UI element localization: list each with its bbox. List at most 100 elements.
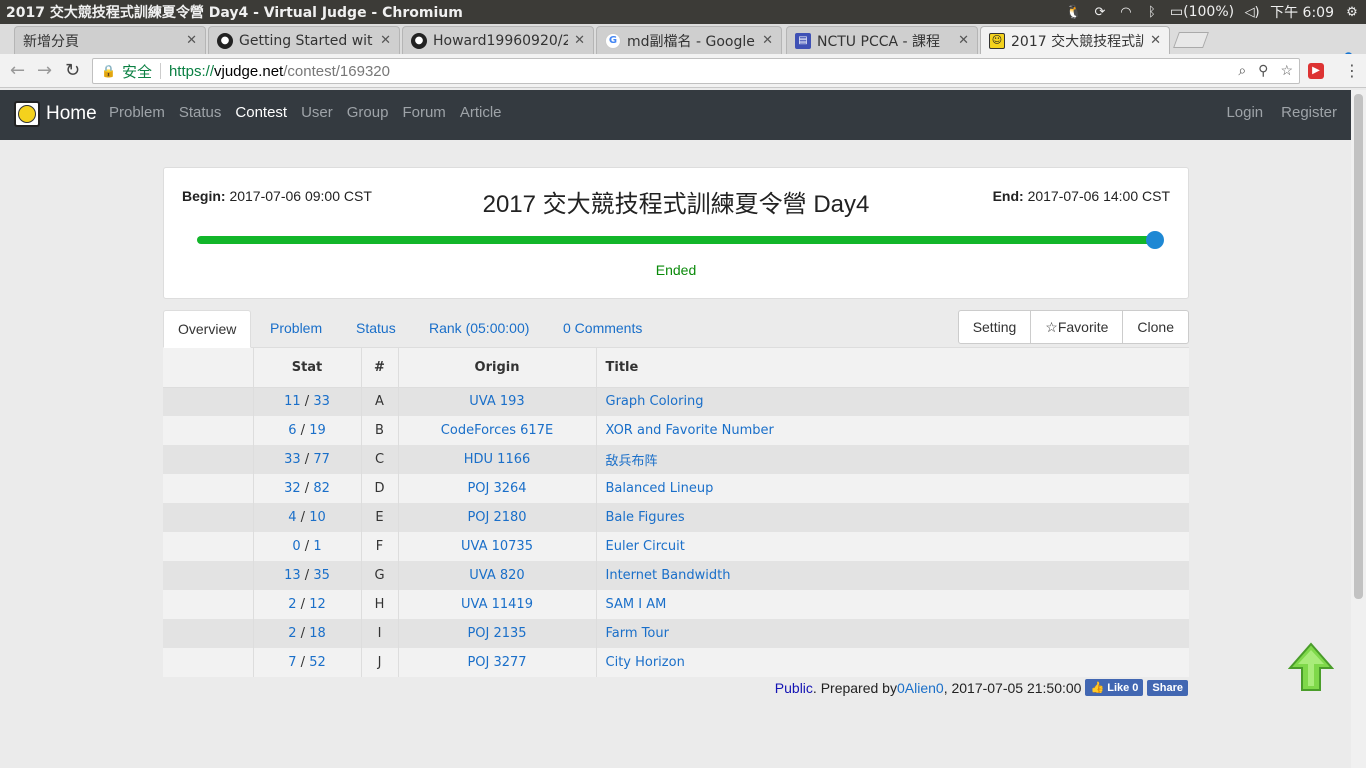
nav-problem[interactable]: Problem bbox=[109, 104, 165, 121]
tab-close-icon[interactable]: ✕ bbox=[958, 33, 969, 48]
battery-indicator[interactable]: ▭(100%) bbox=[1170, 4, 1234, 20]
tried-count[interactable]: 19 bbox=[309, 423, 326, 438]
tab-overview[interactable]: Overview bbox=[163, 310, 252, 348]
browser-tab-getting-started[interactable]: ● Getting Started wit ✕ bbox=[208, 26, 400, 54]
tried-count[interactable]: 10 bbox=[309, 510, 326, 525]
problem-title-link[interactable]: City Horizon bbox=[606, 655, 685, 670]
back-to-top-arrow-icon[interactable] bbox=[1288, 642, 1334, 694]
tab-comments[interactable]: 0 Comments bbox=[563, 310, 642, 348]
browser-tab-howard-repo[interactable]: ● Howard19960920/2 ✕ bbox=[402, 26, 594, 54]
tab-close-icon[interactable]: ✕ bbox=[1150, 33, 1161, 48]
browser-menu-icon[interactable]: ⋮ bbox=[1344, 61, 1360, 80]
address-bar[interactable]: 🔒 安全 https://vjudge.net/contest/169320 ⌕… bbox=[92, 58, 1300, 84]
tried-count[interactable]: 18 bbox=[309, 626, 326, 641]
tab-rank[interactable]: Rank (05:00:00) bbox=[429, 310, 529, 348]
problem-title-link[interactable]: Bale Figures bbox=[606, 510, 685, 525]
nav-status[interactable]: Status bbox=[179, 104, 222, 121]
volume-icon[interactable]: ◁) bbox=[1244, 5, 1260, 20]
tried-count[interactable]: 1 bbox=[313, 539, 321, 554]
bluetooth-icon[interactable]: ᛒ bbox=[1144, 5, 1160, 20]
clock[interactable]: 下午 6:09 bbox=[1270, 2, 1334, 22]
tab-status[interactable]: Status bbox=[356, 310, 396, 348]
origin-link[interactable]: POJ 2135 bbox=[467, 626, 526, 641]
penguin-icon[interactable]: 🐧 bbox=[1066, 5, 1082, 20]
tried-count[interactable]: 52 bbox=[309, 655, 326, 670]
tried-count[interactable]: 82 bbox=[313, 481, 330, 496]
solved-count[interactable]: 33 bbox=[284, 452, 301, 467]
contest-progress-bar[interactable] bbox=[197, 231, 1164, 249]
nav-group[interactable]: Group bbox=[347, 104, 389, 121]
solved-count[interactable]: 2 bbox=[288, 626, 296, 641]
lock-icon[interactable]: 🔒 bbox=[101, 64, 116, 78]
nav-contest[interactable]: Contest bbox=[235, 104, 287, 121]
tab-close-icon[interactable]: ✕ bbox=[762, 33, 773, 48]
page-scrollbar[interactable] bbox=[1351, 90, 1366, 768]
back-arrow-icon[interactable]: ← bbox=[10, 60, 25, 81]
problem-title-link[interactable]: Farm Tour bbox=[606, 626, 669, 641]
secure-label[interactable]: 安全 bbox=[122, 61, 152, 82]
nav-article[interactable]: Article bbox=[460, 104, 502, 121]
home-brand-link[interactable]: Home bbox=[14, 101, 97, 127]
problem-title-link[interactable]: Balanced Lineup bbox=[606, 481, 714, 496]
problem-title-link[interactable]: XOR and Favorite Number bbox=[606, 423, 774, 438]
clone-button[interactable]: Clone bbox=[1123, 311, 1188, 343]
origin-link[interactable]: UVA 10735 bbox=[461, 539, 533, 554]
browser-tab-google-search[interactable]: G md副檔名 - Google ✕ bbox=[596, 26, 782, 54]
problem-num: B bbox=[360, 416, 398, 445]
problem-title-link[interactable]: Graph Coloring bbox=[606, 394, 704, 409]
tried-count[interactable]: 35 bbox=[313, 568, 330, 583]
settings-gear-icon[interactable]: ⚙ bbox=[1344, 5, 1360, 20]
public-link[interactable]: Public bbox=[775, 680, 813, 696]
solved-count[interactable]: 4 bbox=[288, 510, 296, 525]
wifi-icon[interactable]: ◠ bbox=[1118, 5, 1134, 20]
author-link[interactable]: 0Alien0 bbox=[897, 680, 944, 696]
nav-forum[interactable]: Forum bbox=[402, 104, 445, 121]
origin-link[interactable]: POJ 3264 bbox=[467, 481, 526, 496]
facebook-share-button[interactable]: Share bbox=[1147, 679, 1188, 696]
progress-handle[interactable] bbox=[1146, 231, 1164, 249]
paint-brush-icon[interactable]: ⚲ bbox=[1258, 62, 1268, 79]
tab-close-icon[interactable]: ✕ bbox=[186, 33, 197, 48]
sync-icon[interactable]: ⟳ bbox=[1092, 5, 1108, 20]
solved-count[interactable]: 0 bbox=[292, 539, 300, 554]
new-tab-button[interactable] bbox=[1173, 32, 1209, 48]
login-link[interactable]: Login bbox=[1226, 104, 1263, 121]
origin-link[interactable]: POJ 3277 bbox=[467, 655, 526, 670]
origin-link[interactable]: HDU 1166 bbox=[464, 452, 531, 467]
zoom-icon[interactable]: ⌕ bbox=[1238, 62, 1246, 79]
extension-icon[interactable]: ▶ bbox=[1308, 63, 1324, 79]
browser-tab-vjudge-active[interactable]: ☺ 2017 交大競技程式訓 ✕ bbox=[980, 26, 1170, 54]
solved-count[interactable]: 2 bbox=[288, 597, 296, 612]
favorite-button[interactable]: ☆Favorite bbox=[1031, 311, 1124, 343]
origin-link[interactable]: UVA 820 bbox=[469, 568, 524, 583]
origin-link[interactable]: CodeForces 617E bbox=[441, 423, 553, 438]
nav-user[interactable]: User bbox=[301, 104, 333, 121]
problem-title-link[interactable]: Internet Bandwidth bbox=[606, 568, 731, 583]
problem-title-link[interactable]: 敌兵布阵 bbox=[606, 454, 658, 469]
problem-title-link[interactable]: SAM I AM bbox=[606, 597, 667, 612]
solved-count[interactable]: 32 bbox=[284, 481, 301, 496]
tab-close-icon[interactable]: ✕ bbox=[380, 33, 391, 48]
tried-count[interactable]: 12 bbox=[309, 597, 326, 612]
scrollbar-thumb[interactable] bbox=[1354, 94, 1363, 599]
tried-count[interactable]: 33 bbox=[313, 394, 330, 409]
solved-count[interactable]: 6 bbox=[288, 423, 296, 438]
solved-count[interactable]: 7 bbox=[288, 655, 296, 670]
register-link[interactable]: Register bbox=[1281, 104, 1337, 121]
solved-count[interactable]: 13 bbox=[284, 568, 301, 583]
forward-arrow-icon[interactable]: → bbox=[37, 60, 52, 81]
tab-close-icon[interactable]: ✕ bbox=[574, 33, 585, 48]
origin-link[interactable]: UVA 193 bbox=[469, 394, 524, 409]
origin-link[interactable]: UVA 11419 bbox=[461, 597, 533, 612]
origin-link[interactable]: POJ 2180 bbox=[467, 510, 526, 525]
reload-icon[interactable]: ↻ bbox=[65, 60, 80, 81]
tab-problem[interactable]: Problem bbox=[270, 310, 322, 348]
facebook-like-button[interactable]: 👍 Like 0 bbox=[1085, 679, 1144, 696]
tried-count[interactable]: 77 bbox=[313, 452, 330, 467]
browser-tab-new-tab[interactable]: 新增分頁 ✕ bbox=[14, 26, 206, 54]
browser-tab-nctu-pcca[interactable]: ▤ NCTU PCCA - 課程 ✕ bbox=[786, 26, 978, 54]
bookmark-star-icon[interactable]: ☆ bbox=[1280, 62, 1293, 79]
solved-count[interactable]: 11 bbox=[284, 394, 301, 409]
setting-button[interactable]: Setting bbox=[959, 311, 1032, 343]
problem-title-link[interactable]: Euler Circuit bbox=[606, 539, 685, 554]
